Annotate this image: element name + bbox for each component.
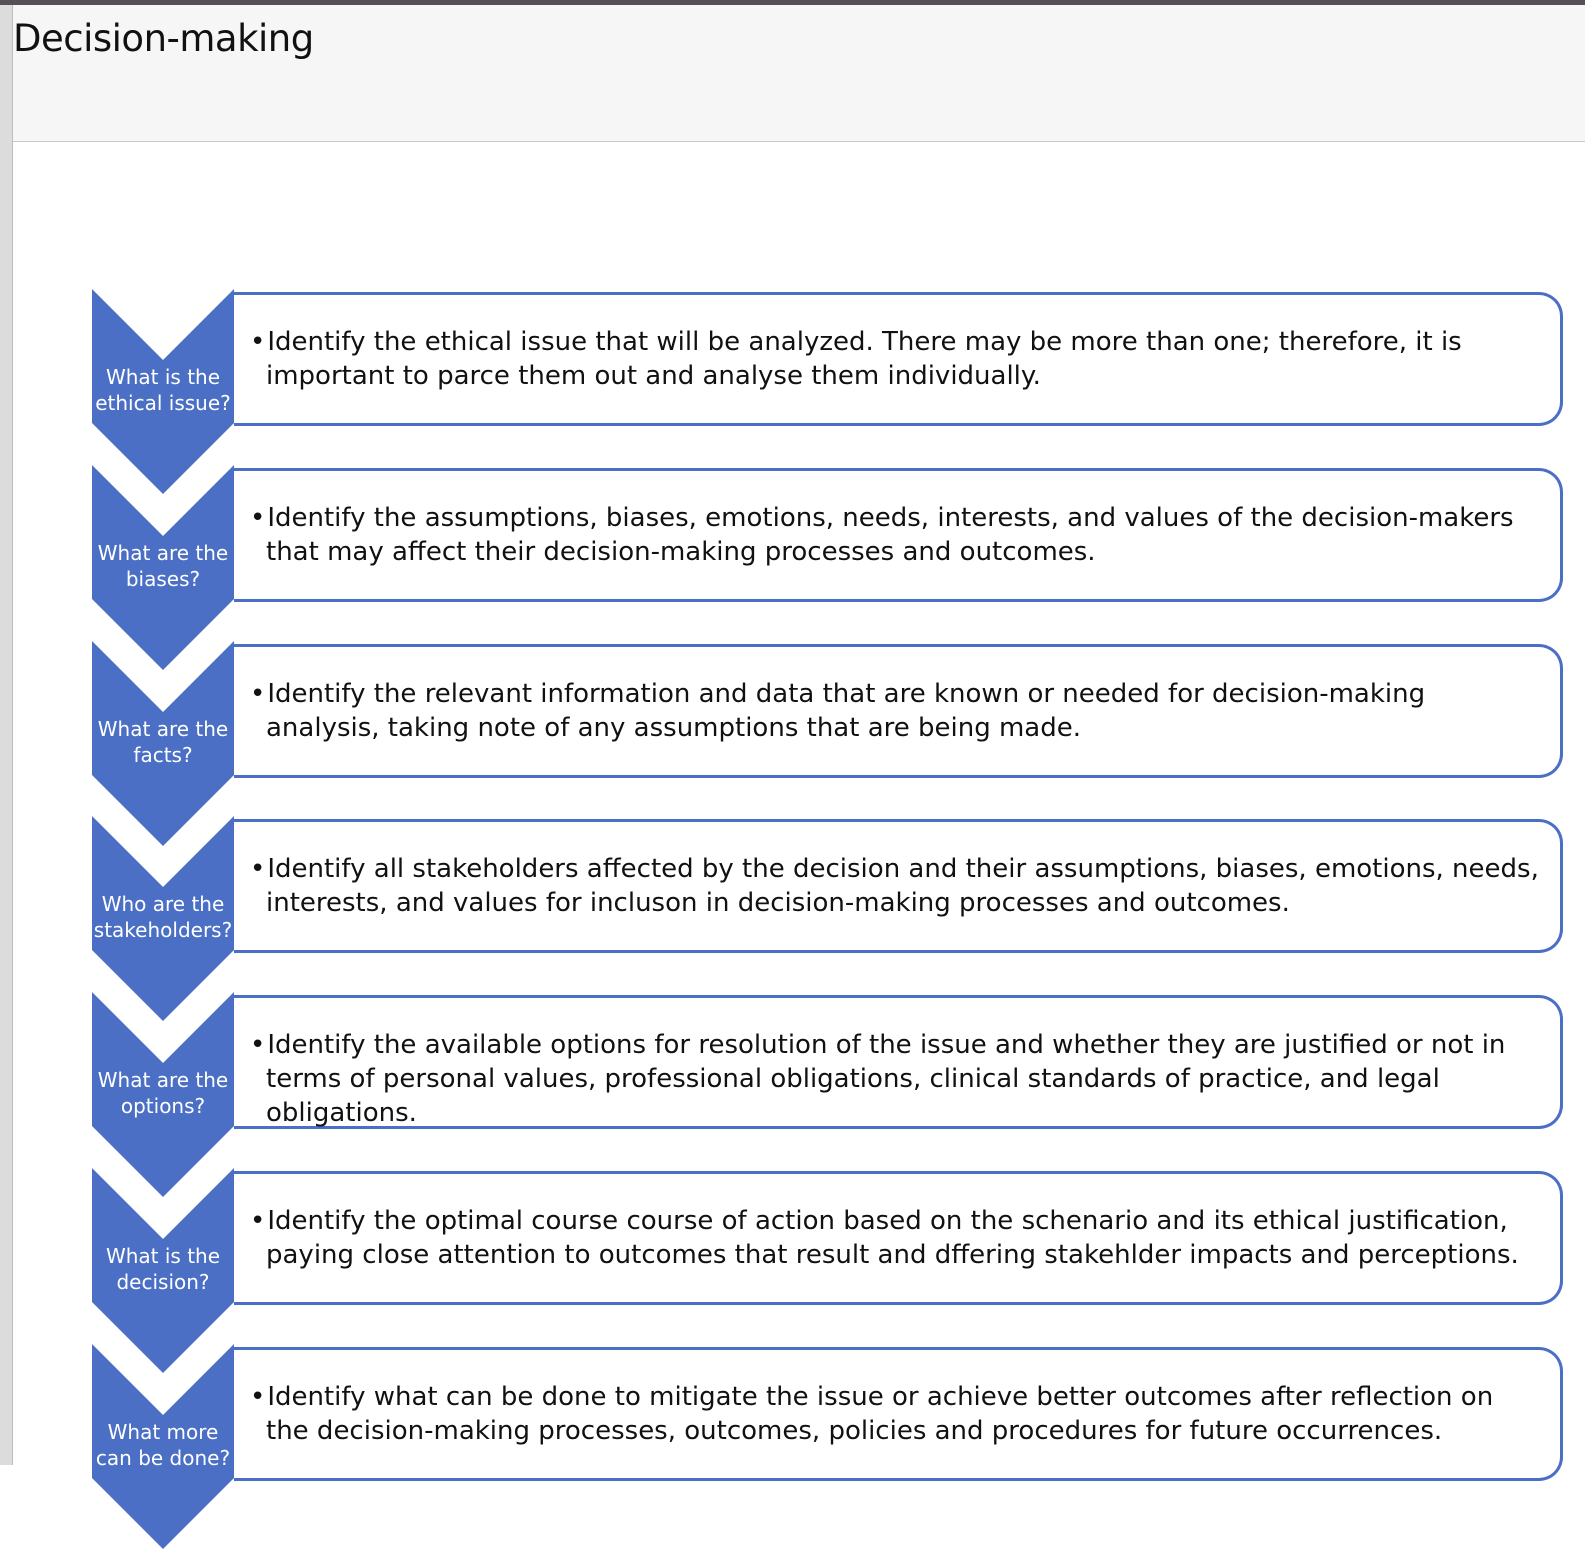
step-stakeholders: Who are the stakeholders? •Identify all … xyxy=(0,816,1585,1021)
step-description: •Identify the ethical issue that will be… xyxy=(250,327,1462,391)
bullet-icon: • xyxy=(250,679,266,709)
bullet-icon: • xyxy=(250,1030,266,1060)
step-label: Who are the stakeholders? xyxy=(93,892,233,942)
step-label: What are the facts? xyxy=(97,717,229,767)
step-description: •Identify the optimal course course of a… xyxy=(250,1206,1519,1270)
step-description: •Identify the relevant information and d… xyxy=(250,679,1426,743)
step-ethical-issue: What is the ethical issue? •Identify the… xyxy=(0,289,1585,494)
step-label: What is the decision? xyxy=(105,1244,221,1294)
step-what-more: What more can be done? •Identify what ca… xyxy=(0,1344,1585,1549)
bullet-icon: • xyxy=(250,327,266,357)
step-description: •Identify what can be done to mitigate t… xyxy=(250,1382,1494,1446)
step-description: •Identify all stakeholders affected by t… xyxy=(250,854,1539,918)
decision-making-process-diagram: What is the ethical issue? •Identify the… xyxy=(0,0,1585,1549)
step-description-box: •Identify the optimal course course of a… xyxy=(234,1171,1563,1305)
step-description-box: •Identify what can be done to mitigate t… xyxy=(234,1347,1563,1481)
step-description: •Identify the assumptions, biases, emoti… xyxy=(250,503,1514,567)
step-decision: What is the decision? •Identify the opti… xyxy=(0,1168,1585,1373)
bullet-icon: • xyxy=(250,1206,266,1236)
step-description-box: •Identify the ethical issue that will be… xyxy=(234,292,1563,426)
bullet-icon: • xyxy=(250,503,266,533)
step-description-box: •Identify all stakeholders affected by t… xyxy=(234,819,1563,953)
step-label: What more can be done? xyxy=(95,1420,231,1470)
step-label: What are the options? xyxy=(97,1068,229,1118)
step-description: •Identify the available options for reso… xyxy=(250,1030,1506,1128)
step-facts: What are the facts? •Identify the releva… xyxy=(0,641,1585,846)
step-description-box: •Identify the relevant information and d… xyxy=(234,644,1563,778)
step-label: What is the ethical issue? xyxy=(95,365,231,415)
step-description-box: •Identify the assumptions, biases, emoti… xyxy=(234,468,1563,602)
step-options: What are the options? •Identify the avai… xyxy=(0,992,1585,1197)
step-label: What are the biases? xyxy=(97,541,229,591)
bullet-icon: • xyxy=(250,854,266,884)
step-description-box: •Identify the available options for reso… xyxy=(234,995,1563,1129)
bullet-icon: • xyxy=(250,1382,266,1412)
step-biases: What are the biases? •Identify the assum… xyxy=(0,465,1585,670)
